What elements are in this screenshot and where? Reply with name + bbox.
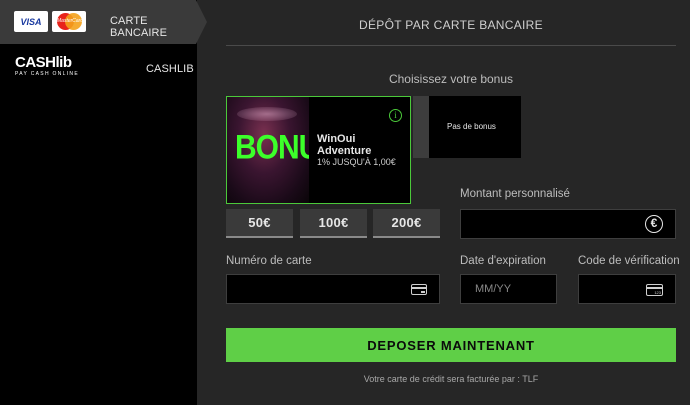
custom-amount-input[interactable]: € xyxy=(460,209,676,239)
expiry-label: Date d'expiration xyxy=(460,255,546,267)
mastercard-icon: MasterCard xyxy=(52,11,86,32)
billing-note: Votre carte de crédit sera facturée par … xyxy=(363,374,539,384)
custom-amount-label: Montant personnalisé xyxy=(460,188,570,200)
bonus-description: 1% JUSQU'À 1,00€ xyxy=(317,157,396,167)
info-icon[interactable]: i xyxy=(389,109,402,122)
bonus-heading: Choisissez votre bonus xyxy=(388,72,514,86)
method-cashlib[interactable]: CASHlib PAY CASH ONLINE CASHLIB xyxy=(0,46,197,90)
amount-button-100[interactable]: 100€ xyxy=(300,209,367,238)
cvv-card-icon: 123 xyxy=(646,284,663,296)
method-label: CARTE BANCAIRE xyxy=(110,15,168,39)
visa-icon: VISA xyxy=(14,11,48,32)
amount-button-50[interactable]: 50€ xyxy=(226,209,293,238)
credit-card-icon xyxy=(411,284,427,295)
cvv-input[interactable]: 123 xyxy=(578,274,676,304)
method-label: CASHLIB xyxy=(146,63,194,75)
amount-button-200[interactable]: 200€ xyxy=(373,209,440,238)
euro-icon: € xyxy=(645,215,663,233)
bonus-option-winoui[interactable]: BONUS WinOui Adventure 1% JUSQU'À 1,00€ … xyxy=(226,96,411,204)
payment-method-sidebar: VISA MasterCard CARTE BANCAIRE CASHlib P… xyxy=(0,0,207,405)
card-number-input[interactable] xyxy=(226,274,440,304)
cvv-label: Code de vérification xyxy=(578,255,680,267)
page-title: DÉPÔT PAR CARTE BANCAIRE xyxy=(359,18,543,32)
deposit-submit-button[interactable]: DEPOSER MAINTENANT xyxy=(226,328,676,362)
nobonus-strip xyxy=(413,96,429,158)
expiry-input[interactable]: MM/YY xyxy=(460,274,557,304)
nobonus-label: Pas de bonus xyxy=(447,122,496,131)
expiry-placeholder: MM/YY xyxy=(475,283,512,295)
bonus-name: WinOui Adventure xyxy=(317,133,372,157)
bonus-image: BONUS xyxy=(227,97,309,203)
method-carte-bancaire[interactable]: VISA MasterCard CARTE BANCAIRE xyxy=(0,0,207,44)
title-divider xyxy=(226,45,676,46)
card-number-label: Numéro de carte xyxy=(226,255,312,267)
bonus-option-none[interactable]: Pas de bonus xyxy=(413,96,521,158)
cashlib-logo: CASHlib PAY CASH ONLINE xyxy=(15,54,79,77)
